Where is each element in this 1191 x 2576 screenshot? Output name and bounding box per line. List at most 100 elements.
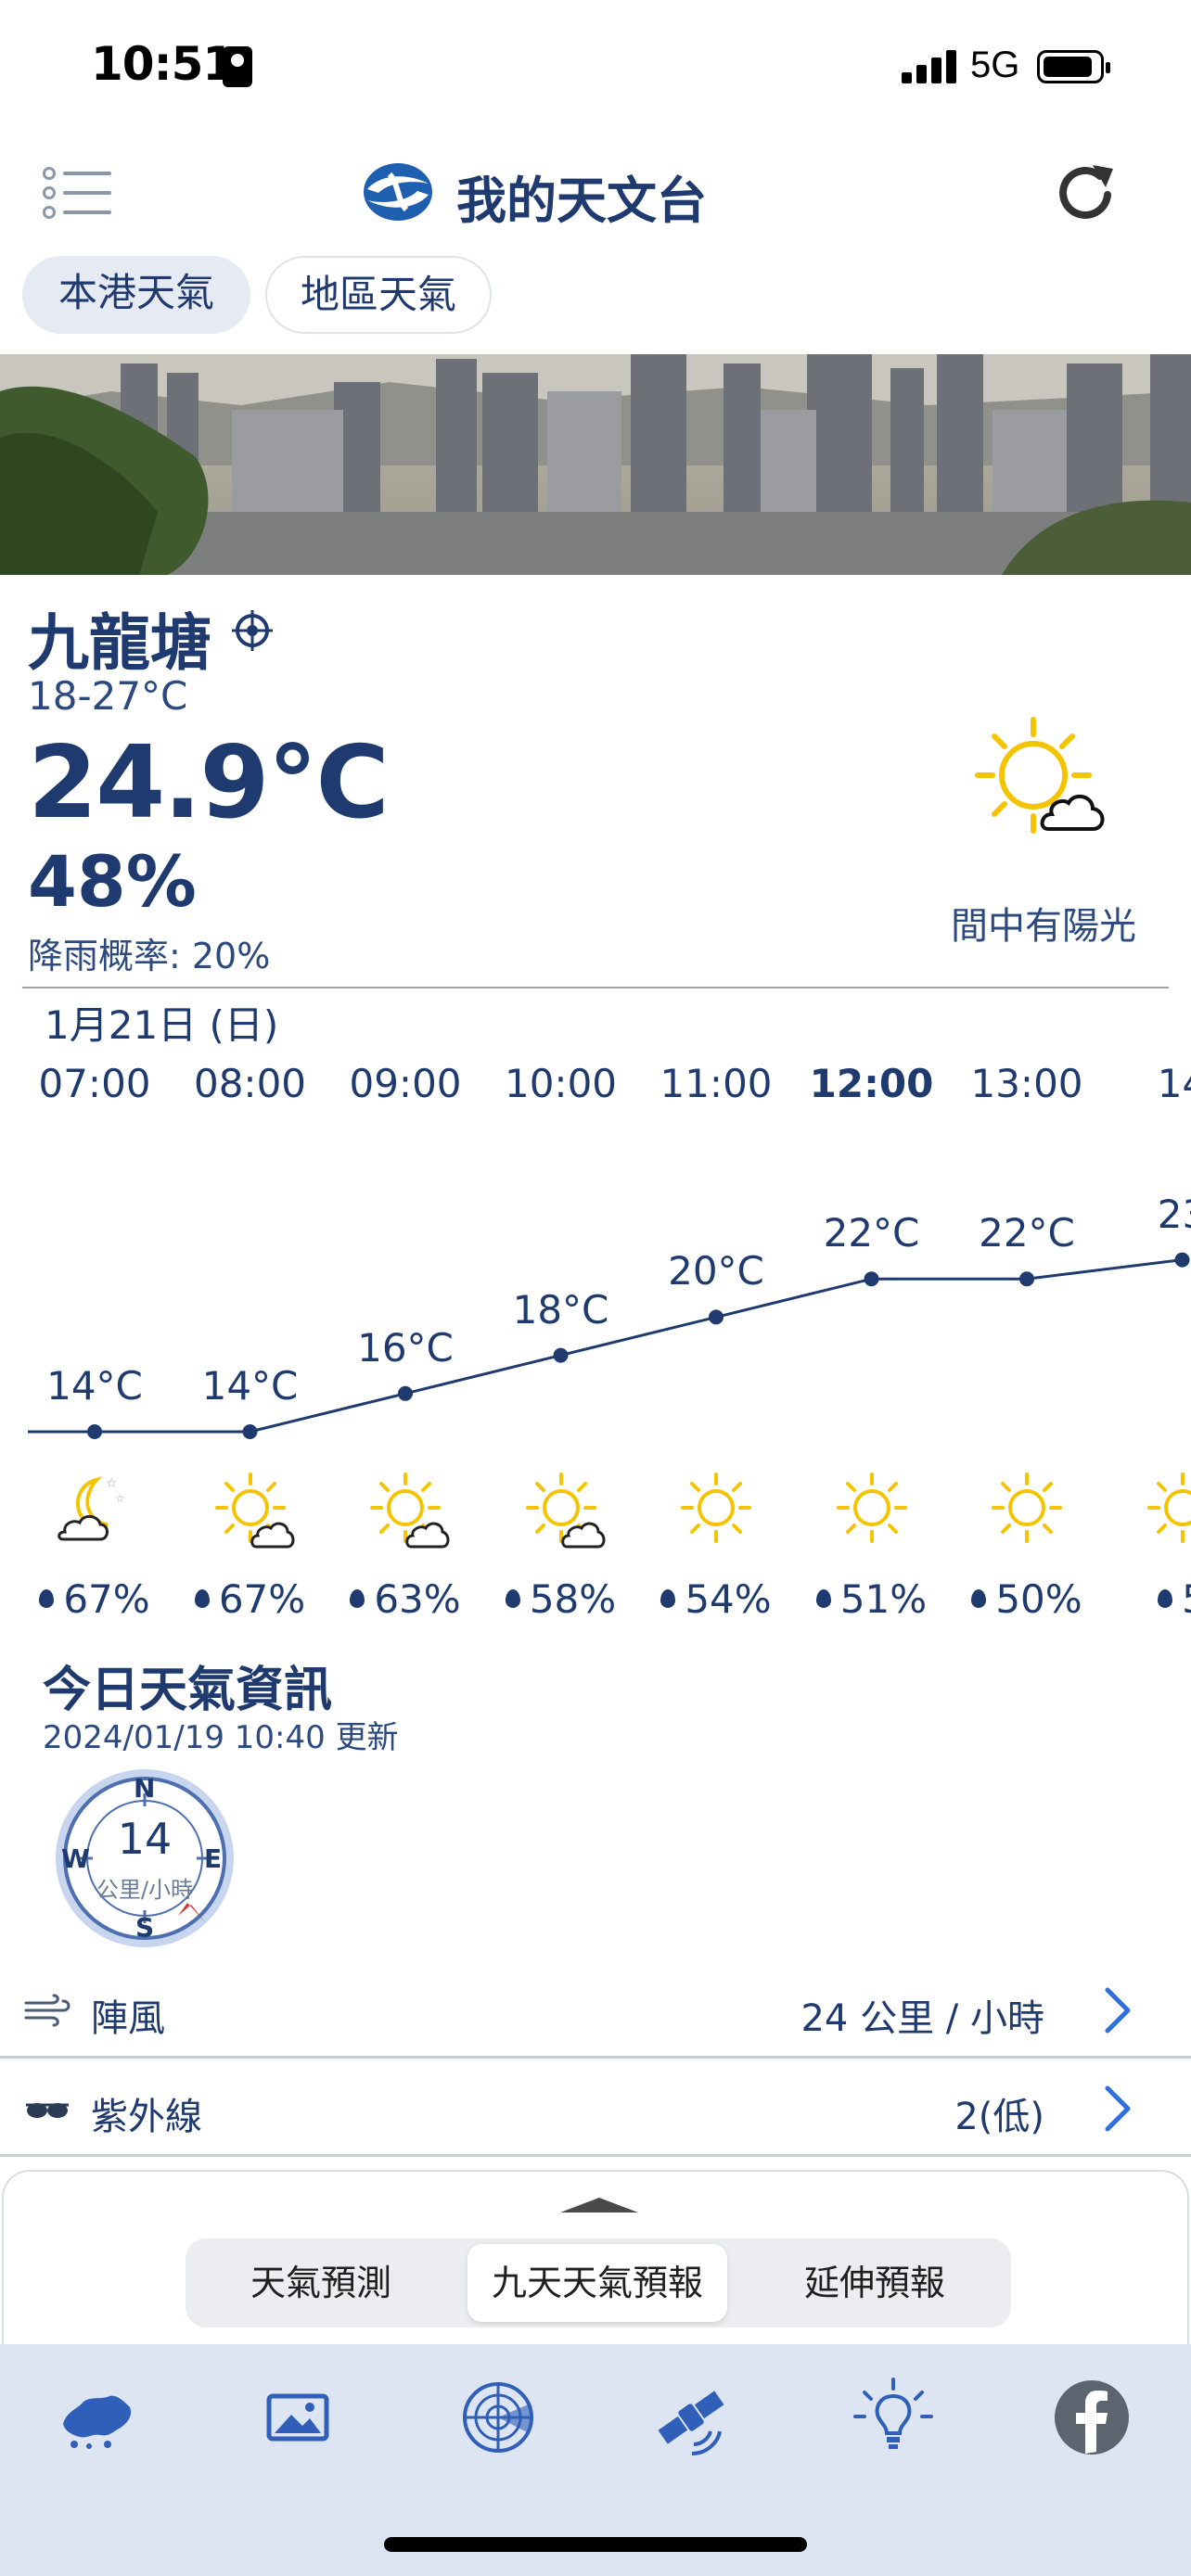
compass-north: N: [134, 1773, 156, 1804]
app-header: 我的天文台: [0, 139, 1191, 250]
hour-temperature: 22°C: [823, 1210, 920, 1256]
info-updated-time: 2024/01/19 10:40 更新: [43, 1719, 399, 1756]
hour-temperature: 23: [1157, 1191, 1191, 1237]
hour-time: 07:00: [38, 1061, 151, 1106]
humidity-drop-icon: [194, 1588, 210, 1608]
chevron-right-icon: [1105, 1987, 1131, 2034]
hour-humidity-value: 58%: [529, 1576, 617, 1622]
forecast-segment-control: 天氣預測 九天天氣預報 延伸預報: [186, 2238, 1011, 2327]
humidity-drop-icon: [505, 1588, 520, 1608]
hong-kong-map-icon[interactable]: [56, 2376, 139, 2459]
satellite-icon[interactable]: [649, 2376, 733, 2459]
facebook-icon[interactable]: [1050, 2376, 1133, 2459]
temperature-point: [398, 1385, 413, 1401]
battery-icon: [1037, 50, 1110, 83]
hour-time: 12:00: [809, 1061, 934, 1106]
forecast-bottom-sheet: 天氣預測 九天天氣預報 延伸預報: [2, 2170, 1189, 2355]
hour-time: 14: [1157, 1061, 1191, 1106]
temperature-point: [242, 1424, 258, 1439]
weather-camera-photo: [0, 354, 1191, 575]
hour-humidity: 63%: [331, 1576, 480, 1622]
wind-speed: 14: [117, 1814, 173, 1864]
gust-row[interactable]: 陣風 24 公里 / 小時: [0, 1962, 1191, 2059]
hour-humidity-value: 54%: [685, 1576, 772, 1622]
compass-south: S: [135, 1912, 155, 1943]
chevron-right-icon: [1105, 2085, 1131, 2132]
hour-temperature: 20°C: [668, 1248, 764, 1294]
hour-temperature: 16°C: [357, 1324, 454, 1371]
hour-humidity: 54%: [642, 1576, 790, 1622]
uv-label: 紫外線: [91, 2096, 202, 2138]
hour-humidity: 51%: [798, 1576, 946, 1622]
hour-humidity-value: 67%: [63, 1576, 150, 1622]
warning-bulb-icon[interactable]: [852, 2376, 935, 2459]
temperature-range: 18-27°C: [28, 673, 188, 719]
humidity-drop-icon: [660, 1588, 676, 1608]
uv-row[interactable]: 紫外線 2(低): [0, 2060, 1191, 2157]
hour-humidity-value: 67%: [218, 1576, 306, 1622]
temperature-point: [864, 1271, 879, 1287]
hourly-forecast[interactable]: 07:00 14°C ☆ ☆ 67% 08:00 14°C 67% 09:00 16°C 63% 10…: [0, 1048, 1191, 1641]
sun-with-cloud-icon: [975, 717, 1105, 834]
humidity-drop-icon: [350, 1588, 365, 1608]
rain-probability: 降雨概率: 20%: [28, 936, 271, 976]
refresh-icon[interactable]: [1052, 158, 1122, 228]
uv-value: 2(低): [954, 2096, 1044, 2138]
gust-value: 24 公里 / 小時: [800, 1997, 1044, 2040]
sheet-handle-chevron-up-icon[interactable]: [557, 2192, 642, 2216]
network-type: 5G: [970, 45, 1020, 85]
menu-icon[interactable]: [43, 165, 113, 219]
svg-text:☆: ☆: [106, 1476, 118, 1491]
location-name: 九龍塘: [28, 607, 211, 679]
hour-time: 11:00: [660, 1061, 773, 1106]
temperature-point: [1019, 1271, 1034, 1287]
sun-cloud-icon: [206, 1467, 295, 1556]
moon-cloud-icon: ☆ ☆: [50, 1467, 139, 1556]
tab-weather-forecast[interactable]: 天氣預測: [191, 2244, 451, 2322]
hour-humidity-value: 63%: [374, 1576, 461, 1622]
hour-time: 10:00: [504, 1061, 618, 1106]
radar-icon[interactable]: [456, 2376, 540, 2459]
hour-temperature: 22°C: [979, 1210, 1075, 1256]
hour-time: 08:00: [193, 1061, 307, 1106]
hour-humidity-value: 50%: [995, 1576, 1082, 1622]
sunglasses-icon: [26, 2103, 69, 2118]
contact-card-icon: [223, 46, 252, 87]
sun-icon: [1138, 1467, 1191, 1556]
hour-humidity-value: 5: [1182, 1576, 1191, 1622]
temperature-point: [87, 1424, 102, 1439]
tab-extended-forecast[interactable]: 延伸預報: [744, 2244, 1005, 2322]
current-temperature: 24.9°C: [28, 725, 390, 841]
gust-label: 陣風: [91, 1997, 165, 2040]
svg-text:☆: ☆: [115, 1492, 125, 1505]
tab-regional-weather[interactable]: 地區天氣: [265, 256, 492, 334]
hour-time: 13:00: [970, 1061, 1083, 1106]
temperature-point: [709, 1309, 724, 1325]
hour-humidity-value: 51%: [839, 1576, 928, 1622]
info-title: 今日天氣資訊: [43, 1663, 333, 1718]
photo-icon[interactable]: [256, 2376, 339, 2459]
sun-cloud-icon: [517, 1467, 606, 1556]
weather-condition: 間中有陽光: [951, 905, 1136, 948]
crosshair-location-icon[interactable]: [230, 608, 275, 653]
current-humidity: 48%: [28, 840, 197, 923]
humidity-drop-icon: [1158, 1588, 1173, 1608]
wind-speed-unit: 公里/小時: [96, 1877, 194, 1903]
humidity-drop-icon: [971, 1588, 987, 1608]
humidity-drop-icon: [815, 1588, 831, 1608]
observatory-logo-icon: [364, 163, 432, 221]
tab-local-weather[interactable]: 本港天氣: [22, 256, 250, 334]
wind-icon: [24, 1994, 70, 2027]
sun-cloud-icon: [361, 1467, 450, 1556]
sun-icon: [982, 1467, 1071, 1556]
hour-humidity: 67%: [20, 1576, 169, 1622]
hour-temperature: 14°C: [201, 1363, 299, 1409]
hourly-date: 1月21日 (日): [45, 1002, 279, 1048]
hour-temperature: 18°C: [512, 1286, 609, 1333]
home-indicator: [384, 2537, 807, 2552]
hour-humidity: 50%: [953, 1576, 1101, 1622]
status-bar: 10:51 5G: [0, 0, 1191, 130]
sun-icon: [672, 1467, 761, 1556]
tab-nine-day-forecast[interactable]: 九天天氣預報: [467, 2244, 727, 2322]
hour-humidity: 67%: [176, 1576, 325, 1622]
